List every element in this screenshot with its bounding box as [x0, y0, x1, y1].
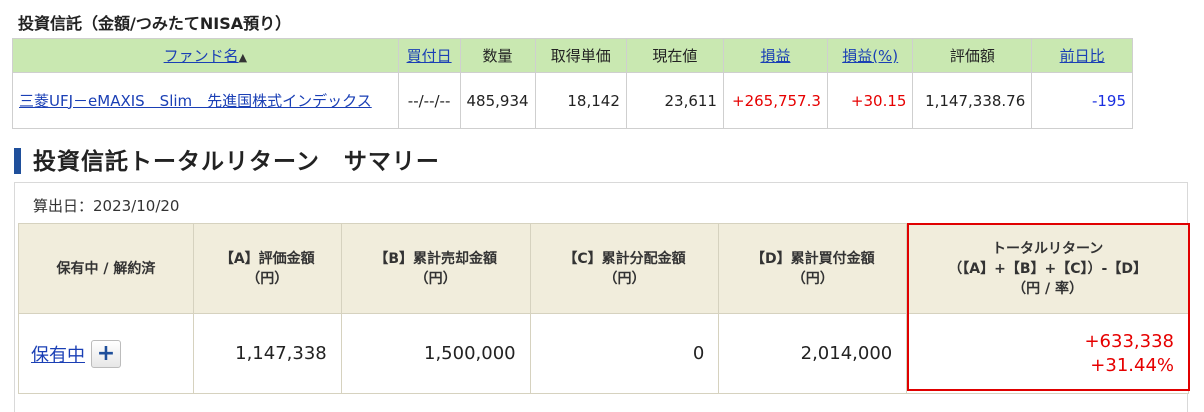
calc-date: 算出日：2023/10/20: [33, 197, 180, 215]
col-profit-loss[interactable]: 損益: [722, 38, 828, 73]
status-cell: 保有中 +: [18, 313, 194, 394]
col-fund-name[interactable]: ファンド名▲: [12, 38, 399, 73]
sort-profit-loss-link[interactable]: 損益: [760, 47, 790, 65]
col-total-return-unit: （円 / 率）: [1012, 280, 1084, 297]
col-total-return-label: トータルリターン: [991, 240, 1104, 257]
d-purchased-cell: 2,014,000: [718, 313, 908, 394]
summary-heading: 投資信託トータルリターン サマリー: [14, 142, 440, 176]
unit-cost-cell: 18,142: [534, 72, 627, 129]
fund-name-cell[interactable]: 三菱UFJ－eMAXIS Slim 先進国株式インデックス: [12, 72, 399, 129]
col-b-unit: （円）: [414, 270, 457, 287]
section-title: 投資信託（金額/つみたてNISA預り）: [18, 14, 292, 33]
col-profit-loss-pct[interactable]: 損益(%): [826, 38, 914, 73]
holding-link[interactable]: 保有中: [31, 345, 85, 366]
col-total-return-formula: （【A】+【B】+【C】）-【D】: [948, 260, 1147, 277]
col-purchase-date[interactable]: 買付日: [397, 38, 461, 73]
sort-fund-name-link[interactable]: ファンド名: [164, 47, 239, 65]
col-c-unit: （円）: [603, 270, 646, 287]
day-change-cell: -195: [1031, 72, 1133, 129]
total-return-rate: +31.44%: [1090, 354, 1174, 376]
sort-day-change-link[interactable]: 前日比: [1060, 47, 1105, 65]
col-c-label: 【C】累計分配金額: [563, 250, 686, 267]
total-return-cell: +633,338 +31.44%: [906, 313, 1189, 394]
profit-loss-pct-cell: +30.15: [826, 72, 914, 129]
col-b-sold: 【B】累計売却金額 （円）: [340, 223, 531, 314]
sort-profit-loss-pct-link[interactable]: 損益(%): [842, 47, 898, 65]
sort-asc-icon: ▲: [238, 51, 248, 64]
col-a-unit: （円）: [246, 270, 289, 287]
col-quantity: 数量: [459, 38, 536, 73]
fund-table-header-row: ファンド名▲ 買付日 数量 取得単価 現在値 損益 損益(%) 評価額 前日比: [12, 38, 1133, 73]
table-row: 保有中 + 1,147,338 1,500,000 0 2,014,000 +63…: [18, 313, 1189, 394]
col-d-label: 【D】累計買付金額: [750, 250, 875, 267]
summary-heading-text: 投資信託トータルリターン サマリー: [33, 149, 440, 175]
col-a-valuation: 【A】評価金額 （円）: [192, 223, 342, 314]
col-unit-cost: 取得単価: [534, 38, 627, 73]
purchase-date-cell: --/--/--: [397, 72, 461, 129]
total-return-amount: +633,338: [1084, 330, 1174, 352]
profit-loss-cell: +265,757.3: [722, 72, 828, 129]
col-total-return: トータルリターン （【A】+【B】+【C】）-【D】 （円 / 率）: [906, 223, 1189, 314]
col-c-distribution: 【C】累計分配金額 （円）: [529, 223, 720, 314]
a-valuation-cell: 1,147,338: [192, 313, 342, 394]
col-b-label: 【B】累計売却金額: [374, 250, 497, 267]
fund-name-link[interactable]: 三菱UFJ－eMAXIS Slim 先進国株式インデックス: [19, 92, 372, 110]
col-status: 保有中 / 解約済: [18, 223, 194, 314]
quantity-cell: 485,934: [459, 72, 536, 129]
total-return-summary-table: 保有中 / 解約済 【A】評価金額 （円） 【B】累計売却金額 （円） 【C】累…: [18, 223, 1189, 394]
col-valuation: 評価額: [912, 38, 1033, 73]
summary-header-row: 保有中 / 解約済 【A】評価金額 （円） 【B】累計売却金額 （円） 【C】累…: [18, 223, 1189, 314]
sort-purchase-date-link[interactable]: 買付日: [407, 47, 452, 65]
b-sold-cell: 1,500,000: [340, 313, 531, 394]
col-a-label: 【A】評価金額: [219, 250, 315, 267]
fund-holdings-table: ファンド名▲ 買付日 数量 取得単価 現在値 損益 損益(%) 評価額 前日比 …: [12, 38, 1133, 129]
c-distribution-cell: 0: [529, 313, 720, 394]
col-day-change[interactable]: 前日比: [1031, 38, 1133, 73]
valuation-cell: 1,147,338.76: [912, 72, 1033, 129]
expand-plus-button[interactable]: +: [91, 339, 121, 368]
col-d-purchased: 【D】累計買付金額 （円）: [718, 223, 908, 314]
col-current-price: 現在値: [625, 38, 724, 73]
table-row: 三菱UFJ－eMAXIS Slim 先進国株式インデックス --/--/-- 4…: [12, 72, 1133, 129]
col-d-unit: （円）: [791, 270, 834, 287]
current-price-cell: 23,611: [625, 72, 724, 129]
heading-accent-bar: [14, 148, 21, 174]
